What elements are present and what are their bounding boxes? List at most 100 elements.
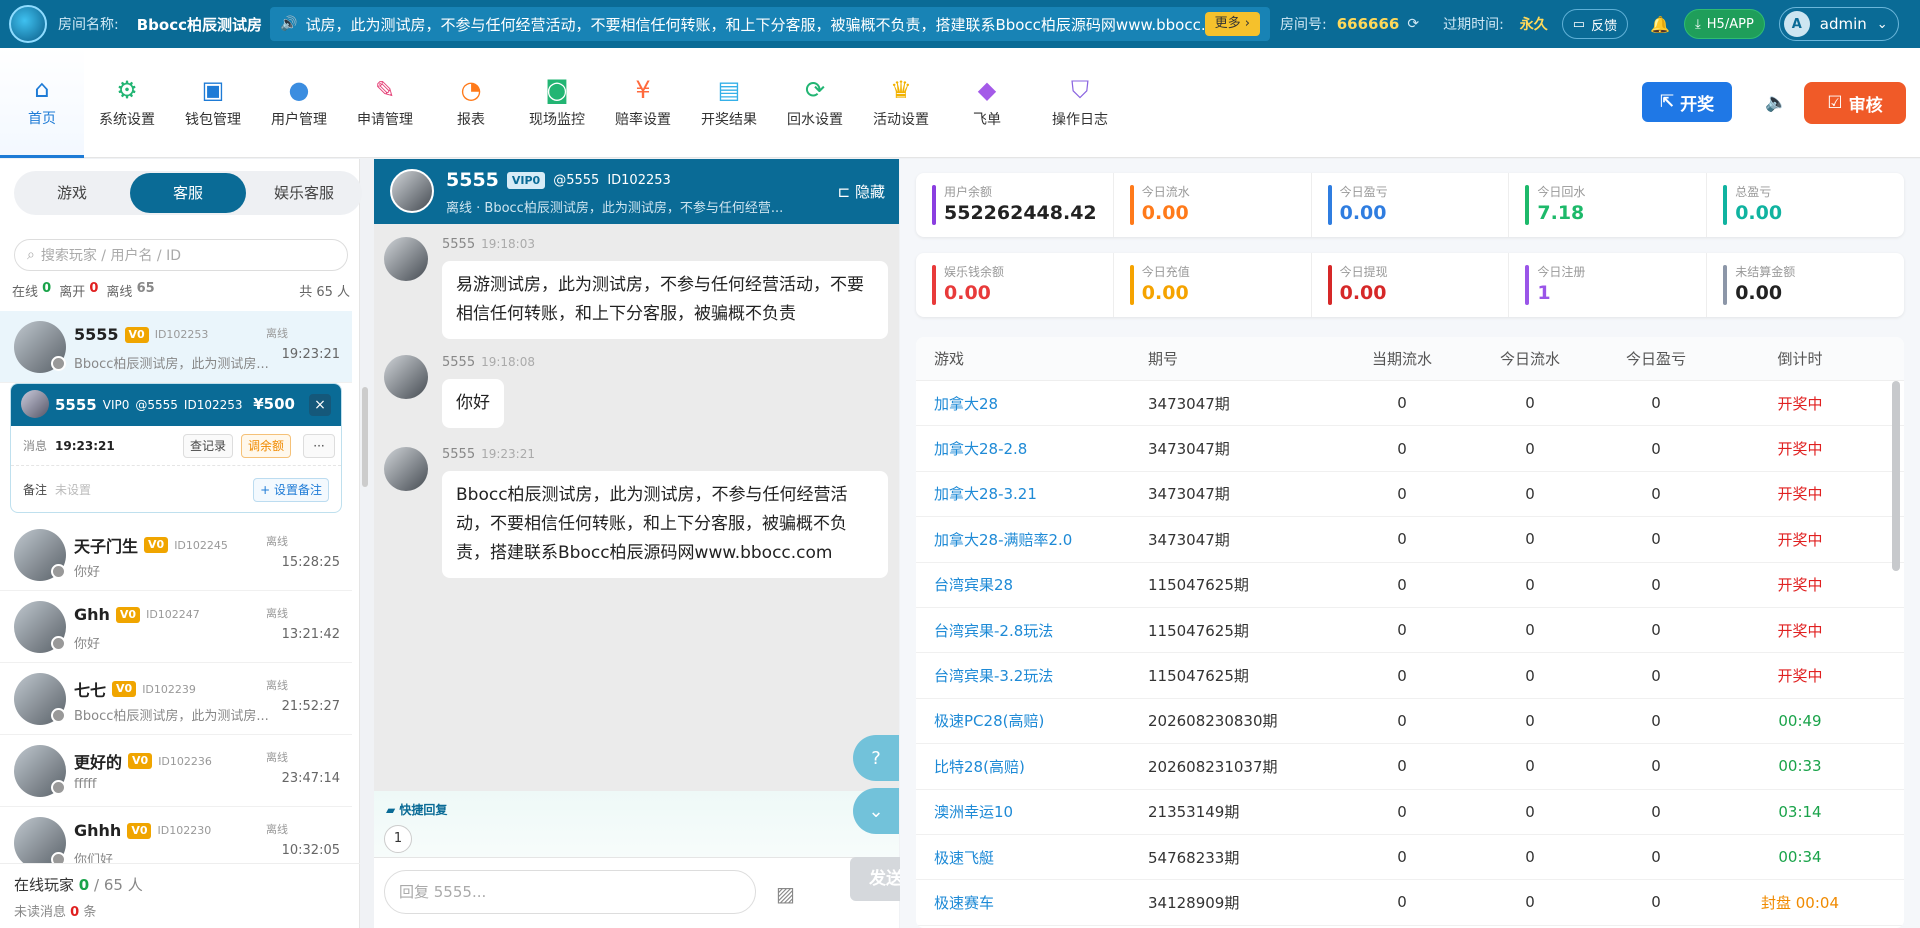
table-row: 台湾宾果-2.8玩法 115047625期 0 0 0 开奖中 [916,608,1904,654]
nav-label: 报表 [457,112,485,128]
feedback-button[interactable]: ▭ 反馈 [1561,9,1629,39]
table-row: 澳洲幸运10 21353149期 0 0 0 03:14 [916,790,1904,835]
nav-item-wallet[interactable]: ▣ 钱包管理 [170,48,256,158]
game-name-link[interactable]: 极速赛车 [916,892,1148,913]
hide-button[interactable]: ⊏ 隐藏 [838,181,885,202]
audit-label: 审核 [1848,95,1883,116]
list-scrollbar[interactable] [362,387,368,487]
stat-value: 0.00 [1339,202,1387,224]
top-bar: 房间名称: Bbocc柏辰测试房 🔊 试房，此为测试房，不参与任何经营活动，不要… [0,0,1920,48]
list-item[interactable]: 5555 V0 ID102253 离线 19:23:21 Bbocc柏辰测试房，此为… [0,311,352,383]
main-nav: ⌂ 首页 ⚙ 系统设置 ▣ 钱包管理 ● 用户管理 ✎ 申请管理 ◔ 报表 ◙ 现场监控 ¥ 赔率设置 ▤ 开奖结… [0,48,1920,158]
refresh-icon[interactable]: ⟳ [1407,16,1419,32]
nav-item-camera[interactable]: ◙ 现场监控 [514,48,600,158]
message-label: 消息 [23,439,48,453]
nav-item-apps[interactable]: ◆ 飞单 [944,48,1030,158]
online-label: 在线 [12,285,39,300]
online-players-label: 在线玩家 [14,876,75,894]
collapse-icon: ⊏ [837,183,851,201]
current-flow-cell: 0 [1397,802,1407,821]
image-icon[interactable]: ▨ [776,882,795,906]
last-time: 23:47:14 [281,771,340,786]
adjust-balance-button[interactable]: 调余额 [241,434,292,458]
avatar [21,390,49,418]
current-flow-cell: 0 [1397,757,1407,776]
today-profit-cell: 0 [1651,484,1661,503]
game-table: 游戏 期号 当期流水 今日流水 今日盈亏 倒计时 加拿大28 3473047期 0 0… [916,337,1904,928]
contact-id: ID102253 [154,328,209,341]
game-name-link[interactable]: 加拿大28-3.21 [916,483,1148,504]
bell-icon[interactable]: 🔔 [1650,15,1670,34]
game-name-link[interactable]: 台湾宾果-3.2玩法 [916,665,1148,686]
game-name-link[interactable]: 加拿大28-满赔率2.0 [916,529,1148,550]
list-item[interactable]: 更好的 V0 ID102236 离线 23:47:14 fffff [0,735,352,807]
search-placeholder: 搜索玩家 / 用户名 / ID [40,248,181,264]
h5app-label: H5/APP [1706,16,1754,32]
stat-label: 今日流水 [1141,185,1190,199]
nav-item-user[interactable]: ● 用户管理 [256,48,342,158]
stats-row-2: 娱乐钱余额 0.00 今日充值 0.00 今日提现 0.00 今日注册 1 未结算金额 0.00 [916,253,1904,317]
nav-item-result[interactable]: ▤ 开奖结果 [686,48,772,158]
nav-item-pie[interactable]: ◔ 报表 [428,48,514,158]
list-item[interactable]: 天子门生 V0 ID102245 离线 15:28:25 你好 [0,519,352,591]
room-number-label: 房间号: [1280,17,1327,33]
tab-service[interactable]: 客服 [130,173,246,213]
table-scrollbar[interactable] [1892,381,1900,571]
list-item[interactable]: Ghhh V0 ID102230 离线 10:32:05 你们好 [0,807,352,863]
sound-icon[interactable]: 🔈 [1765,92,1787,113]
download-icon: ⤓ [1695,16,1701,32]
nav-item-form[interactable]: ✎ 申请管理 [342,48,428,158]
unread-label: 未读消息 [14,905,67,920]
nav-item-refresh[interactable]: ⟳ 回水设置 [772,48,858,158]
game-name-link[interactable]: 极速飞艇 [916,847,1148,868]
search-input[interactable]: ⌕ 搜索玩家 / 用户名 / ID [14,239,348,271]
draw-button[interactable]: ⇱ 开奖 [1642,82,1732,122]
game-name-link[interactable]: 澳洲幸运10 [916,801,1148,822]
tab-entertainment-service[interactable]: 娱乐客服 [246,173,362,213]
game-name-link[interactable]: 台湾宾果-2.8玩法 [916,620,1148,641]
audit-button[interactable]: ☑ 审核 [1804,82,1906,124]
contact-name: Ghh [74,605,110,624]
nav-item-odds[interactable]: ¥ 赔率设置 [600,48,686,158]
close-icon[interactable]: × [309,394,331,416]
today-flow-cell: 0 [1525,394,1535,413]
more-actions-button[interactable]: ··· [303,434,335,458]
popup-balance: ¥500 [253,395,295,413]
game-name-link[interactable]: 极速PC28(高赔) [916,710,1148,731]
help-button[interactable]: ? [853,735,899,781]
status-label: 离线 [266,327,288,340]
expire-value: 永久 [1519,17,1548,33]
view-record-button[interactable]: 查记录 [183,434,234,458]
game-name-link[interactable]: 加拿大28-2.8 [916,438,1148,459]
h5app-button[interactable]: ⤓ H5/APP [1684,9,1765,39]
scroll-down-button[interactable]: ⌄ [853,788,899,834]
set-note-button[interactable]: + 设置备注 [253,478,329,502]
nav-item-home[interactable]: ⌂ 首页 [0,48,84,158]
nav-item-shield[interactable]: ⛉ 操作日志 [1030,48,1130,158]
user-menu[interactable]: Aadmin ⌄ [1778,7,1899,41]
list-item[interactable]: 七七 V0 ID102239 离线 21:52:27 Bbocc柏辰测试房，此为测试房..… [0,663,352,735]
unread-unit: 条 [83,905,97,920]
nav-item-gear[interactable]: ⚙ 系统设置 [84,48,170,158]
reply-input[interactable]: 回复 5555... [384,870,756,914]
quick-reply-item[interactable]: 1 [384,825,412,853]
today-profit-cell: 0 [1651,711,1661,730]
list-item[interactable]: Ghh V0 ID102247 离线 13:21:42 你好 [0,591,352,663]
col-current-flow: 当期流水 [1371,350,1432,368]
more-button[interactable]: 更多 › [1204,12,1260,36]
game-name-link[interactable]: 加拿大28 [916,393,1148,414]
stat-accent-bar [1129,185,1134,225]
tab-game[interactable]: 游戏 [14,173,130,213]
stat-label: 今日回水 [1537,185,1586,199]
game-name-link[interactable]: 台湾宾果28 [916,574,1148,595]
chat-status: 离线 · Bbocc柏辰测试房，此为测试房，不参与任何经营... [446,201,784,216]
contact-name: 更好的 [74,753,123,772]
nav-item-trophy[interactable]: ♛ 活动设置 [858,48,944,158]
avatar [14,529,66,581]
contact-id: ID102239 [142,682,196,696]
logo [4,0,52,48]
stat-card: 总盈亏 0.00 [1707,173,1904,237]
popup-note-row: 备注 未设置 + 设置备注 [11,466,341,512]
today-profit-cell: 0 [1651,757,1661,776]
game-name-link[interactable]: 比特28(高赔) [916,756,1148,777]
